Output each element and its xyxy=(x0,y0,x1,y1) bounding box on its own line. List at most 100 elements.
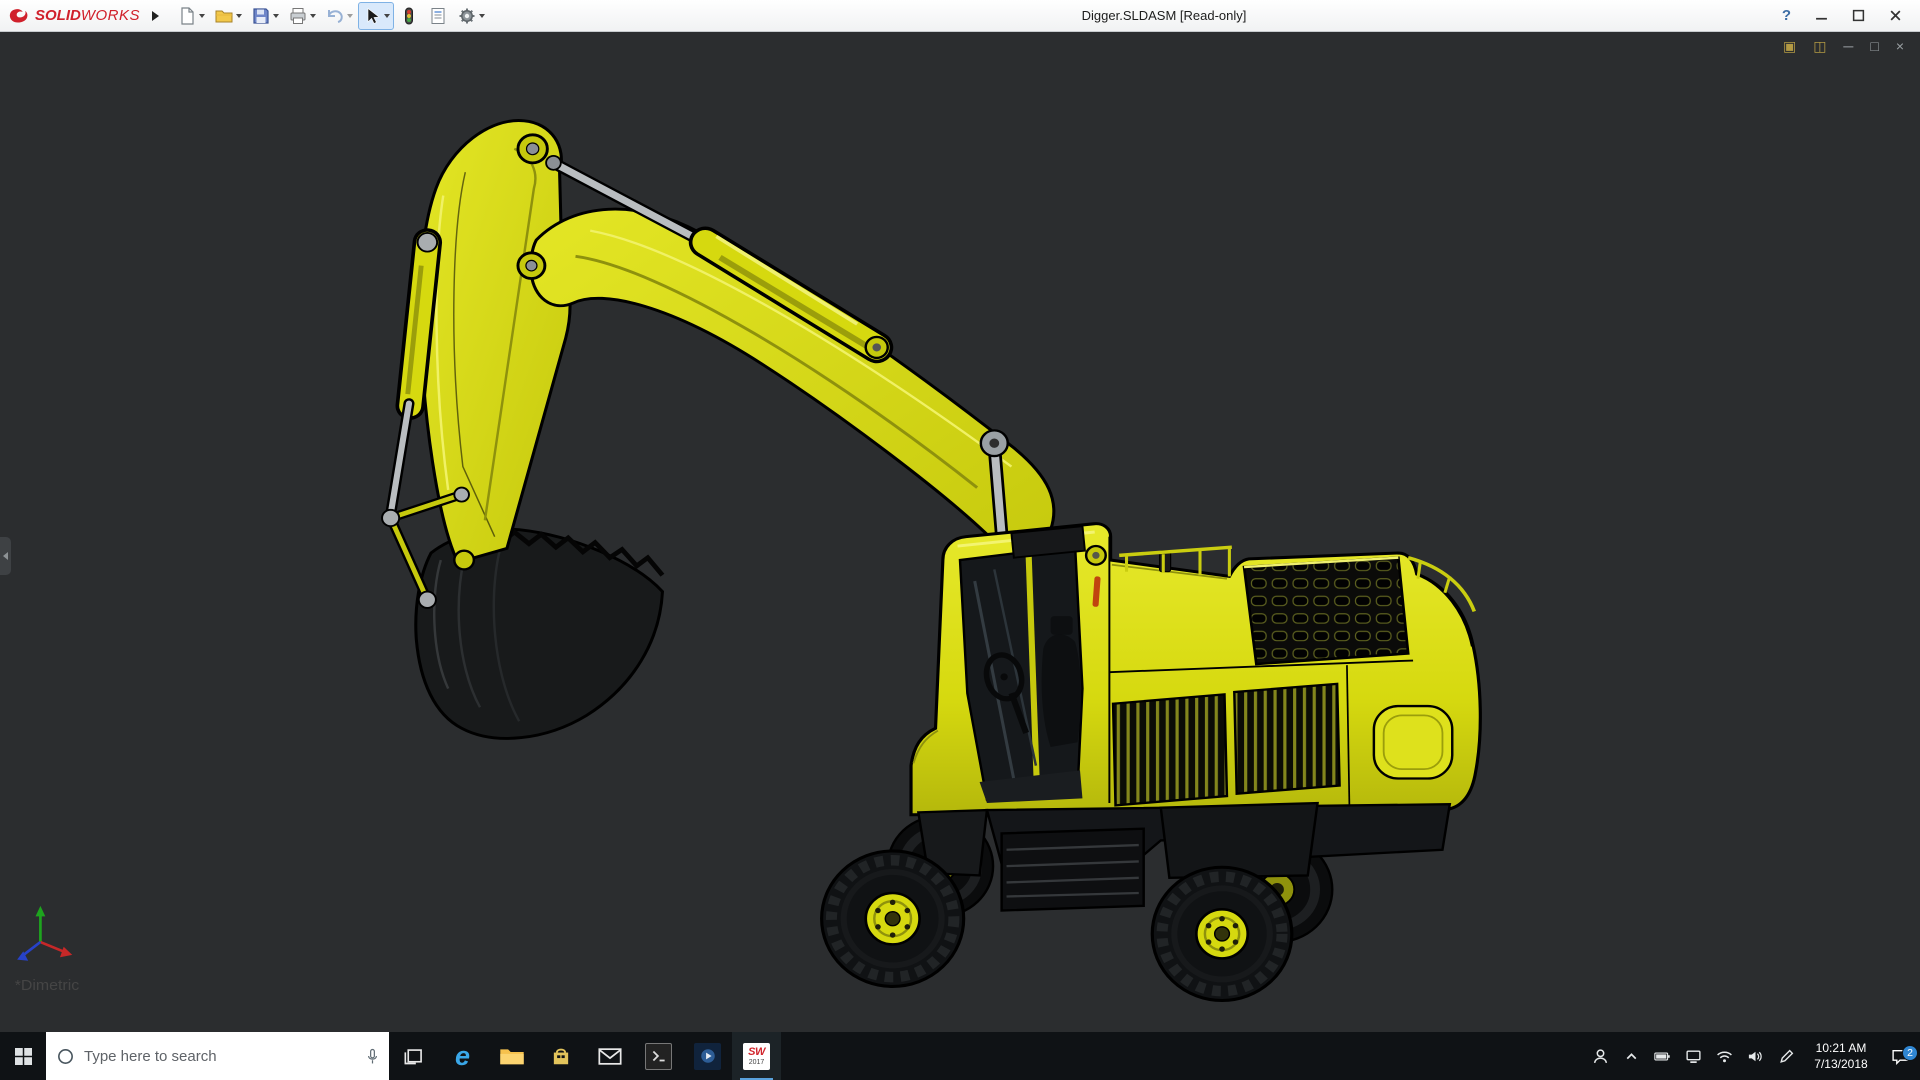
viewport-gold-icon-1[interactable]: ▣ xyxy=(1783,39,1796,53)
open-folder-icon xyxy=(215,10,233,22)
dropdown-caret-icon[interactable] xyxy=(199,13,206,18)
file-properties-icon xyxy=(431,7,445,24)
panel-collapse-tab[interactable] xyxy=(0,537,11,575)
mail-button[interactable] xyxy=(585,1032,634,1080)
wheel-rear-near xyxy=(1150,865,1294,1002)
quick-access-toolbar xyxy=(173,1,489,30)
store-button[interactable] xyxy=(536,1032,585,1080)
gear-icon xyxy=(459,8,475,23)
orientation-triad[interactable] xyxy=(17,905,73,961)
windows-ink[interactable] xyxy=(1771,1048,1802,1065)
doc-restore-icon[interactable]: □ xyxy=(1870,39,1878,53)
volume-control[interactable] xyxy=(1740,1048,1771,1065)
file-explorer-button[interactable] xyxy=(487,1032,536,1080)
edge-icon: e xyxy=(454,1040,471,1071)
command-prompt-button[interactable] xyxy=(634,1032,683,1080)
rebuild-stoplight-icon xyxy=(405,7,414,24)
taskbar: Type here to search e SW 2017 10:21 AM 7… xyxy=(0,1032,1920,1080)
open-button[interactable] xyxy=(210,2,246,30)
volume-icon xyxy=(1748,1051,1762,1061)
viewport-gold-icon-2[interactable]: ◫ xyxy=(1813,39,1826,53)
edge-button[interactable]: e xyxy=(438,1032,487,1080)
task-view-button[interactable] xyxy=(389,1032,438,1080)
rear-axle xyxy=(1159,801,1319,879)
pen-icon xyxy=(1780,1049,1794,1063)
rear-panel xyxy=(1372,704,1454,780)
solidworks-window: SOLID WORKS Digger.SLDASM [Read-only] ? … xyxy=(0,0,1920,1080)
wifi-status[interactable] xyxy=(1709,1048,1740,1065)
dropdown-caret-icon[interactable] xyxy=(310,13,317,18)
command-prompt-icon xyxy=(645,1042,672,1070)
media-app-button[interactable] xyxy=(683,1032,732,1080)
brand-works-text: WORKS xyxy=(80,7,141,24)
save-button[interactable] xyxy=(247,2,283,30)
people-icon xyxy=(1593,1048,1608,1063)
dropdown-caret-icon[interactable] xyxy=(479,13,486,18)
rebuild-button[interactable] xyxy=(395,2,423,30)
mail-icon xyxy=(597,1047,622,1065)
dropdown-caret-icon[interactable] xyxy=(236,13,243,18)
task-view-icon xyxy=(404,1048,422,1064)
doc-close-icon[interactable]: × xyxy=(1896,39,1904,53)
dropdown-caret-icon[interactable] xyxy=(384,13,391,18)
file-properties-button[interactable] xyxy=(424,2,452,30)
minimize-button[interactable] xyxy=(1815,9,1828,22)
select-cursor-icon xyxy=(367,7,380,24)
ethernet-icon xyxy=(1686,1049,1701,1063)
maximize-button[interactable] xyxy=(1852,9,1865,22)
step-block xyxy=(1000,827,1145,912)
clock-time: 10:21 AM xyxy=(1815,1040,1867,1055)
file-explorer-icon xyxy=(499,1048,524,1064)
dropdown-caret-icon[interactable] xyxy=(347,13,354,18)
operator-seat xyxy=(1041,634,1081,747)
graphics-area[interactable]: ▣ ◫ ─ □ × *Dimetric xyxy=(0,32,1920,1032)
help-button[interactable]: ? xyxy=(1782,7,1791,24)
taskbar-search[interactable]: Type here to search xyxy=(46,1032,389,1080)
engine-grille-top xyxy=(1242,556,1410,666)
battery-icon xyxy=(1654,1052,1670,1060)
bucket[interactable] xyxy=(414,527,665,740)
tray-overflow-button[interactable] xyxy=(1616,1048,1647,1065)
boom-arm[interactable] xyxy=(516,207,1056,572)
dropdown-caret-icon[interactable] xyxy=(273,13,280,18)
store-icon xyxy=(553,1048,568,1065)
wheel-front-near xyxy=(820,849,966,988)
close-button[interactable] xyxy=(1889,9,1902,22)
excavator-model: *Dimetric xyxy=(15,119,1482,1002)
doc-minimize-icon[interactable]: ─ xyxy=(1843,39,1853,53)
microphone-icon[interactable] xyxy=(366,1048,379,1065)
chevron-up-icon xyxy=(1626,1052,1637,1059)
print-icon xyxy=(290,7,306,24)
select-tool-button[interactable] xyxy=(358,1,395,30)
solidworks-logo: SOLID WORKS xyxy=(0,7,140,24)
view-orientation-label: *Dimetric xyxy=(15,977,80,994)
undo-icon xyxy=(328,9,343,23)
menu-expand-arrow-icon[interactable] xyxy=(152,10,160,21)
media-app-icon xyxy=(694,1042,721,1070)
notification-badge: 2 xyxy=(1902,1044,1918,1061)
options-button[interactable] xyxy=(453,2,489,30)
new-document-button[interactable] xyxy=(173,2,209,30)
undo-button[interactable] xyxy=(321,2,357,30)
brand-solid-text: SOLID xyxy=(35,7,81,24)
start-button[interactable] xyxy=(0,1032,46,1080)
excavator-body[interactable] xyxy=(909,522,1482,817)
side-grille-1 xyxy=(1111,693,1229,807)
battery-status[interactable] xyxy=(1647,1048,1678,1065)
dassault-ds-icon xyxy=(9,9,28,23)
wifi-icon xyxy=(1717,1051,1732,1062)
search-input[interactable]: Type here to search xyxy=(84,1048,357,1065)
windows-logo-icon xyxy=(14,1047,32,1065)
people-button[interactable] xyxy=(1585,1048,1616,1065)
print-button[interactable] xyxy=(284,2,320,30)
window-controls: ? xyxy=(1782,7,1920,24)
menu-bar: SOLID WORKS Digger.SLDASM [Read-only] ? xyxy=(0,0,1920,32)
document-window-controls: ▣ ◫ ─ □ × xyxy=(1783,39,1904,53)
undercarriage[interactable] xyxy=(820,801,1452,1002)
network-status[interactable] xyxy=(1678,1048,1709,1065)
taskbar-clock[interactable]: 10:21 AM 7/13/2018 xyxy=(1802,1040,1880,1072)
system-tray: 10:21 AM 7/13/2018 2 xyxy=(1585,1032,1920,1080)
new-document-icon xyxy=(181,6,194,25)
action-center-button[interactable]: 2 xyxy=(1880,1044,1920,1065)
solidworks-app-button[interactable]: SW 2017 xyxy=(732,1032,781,1080)
